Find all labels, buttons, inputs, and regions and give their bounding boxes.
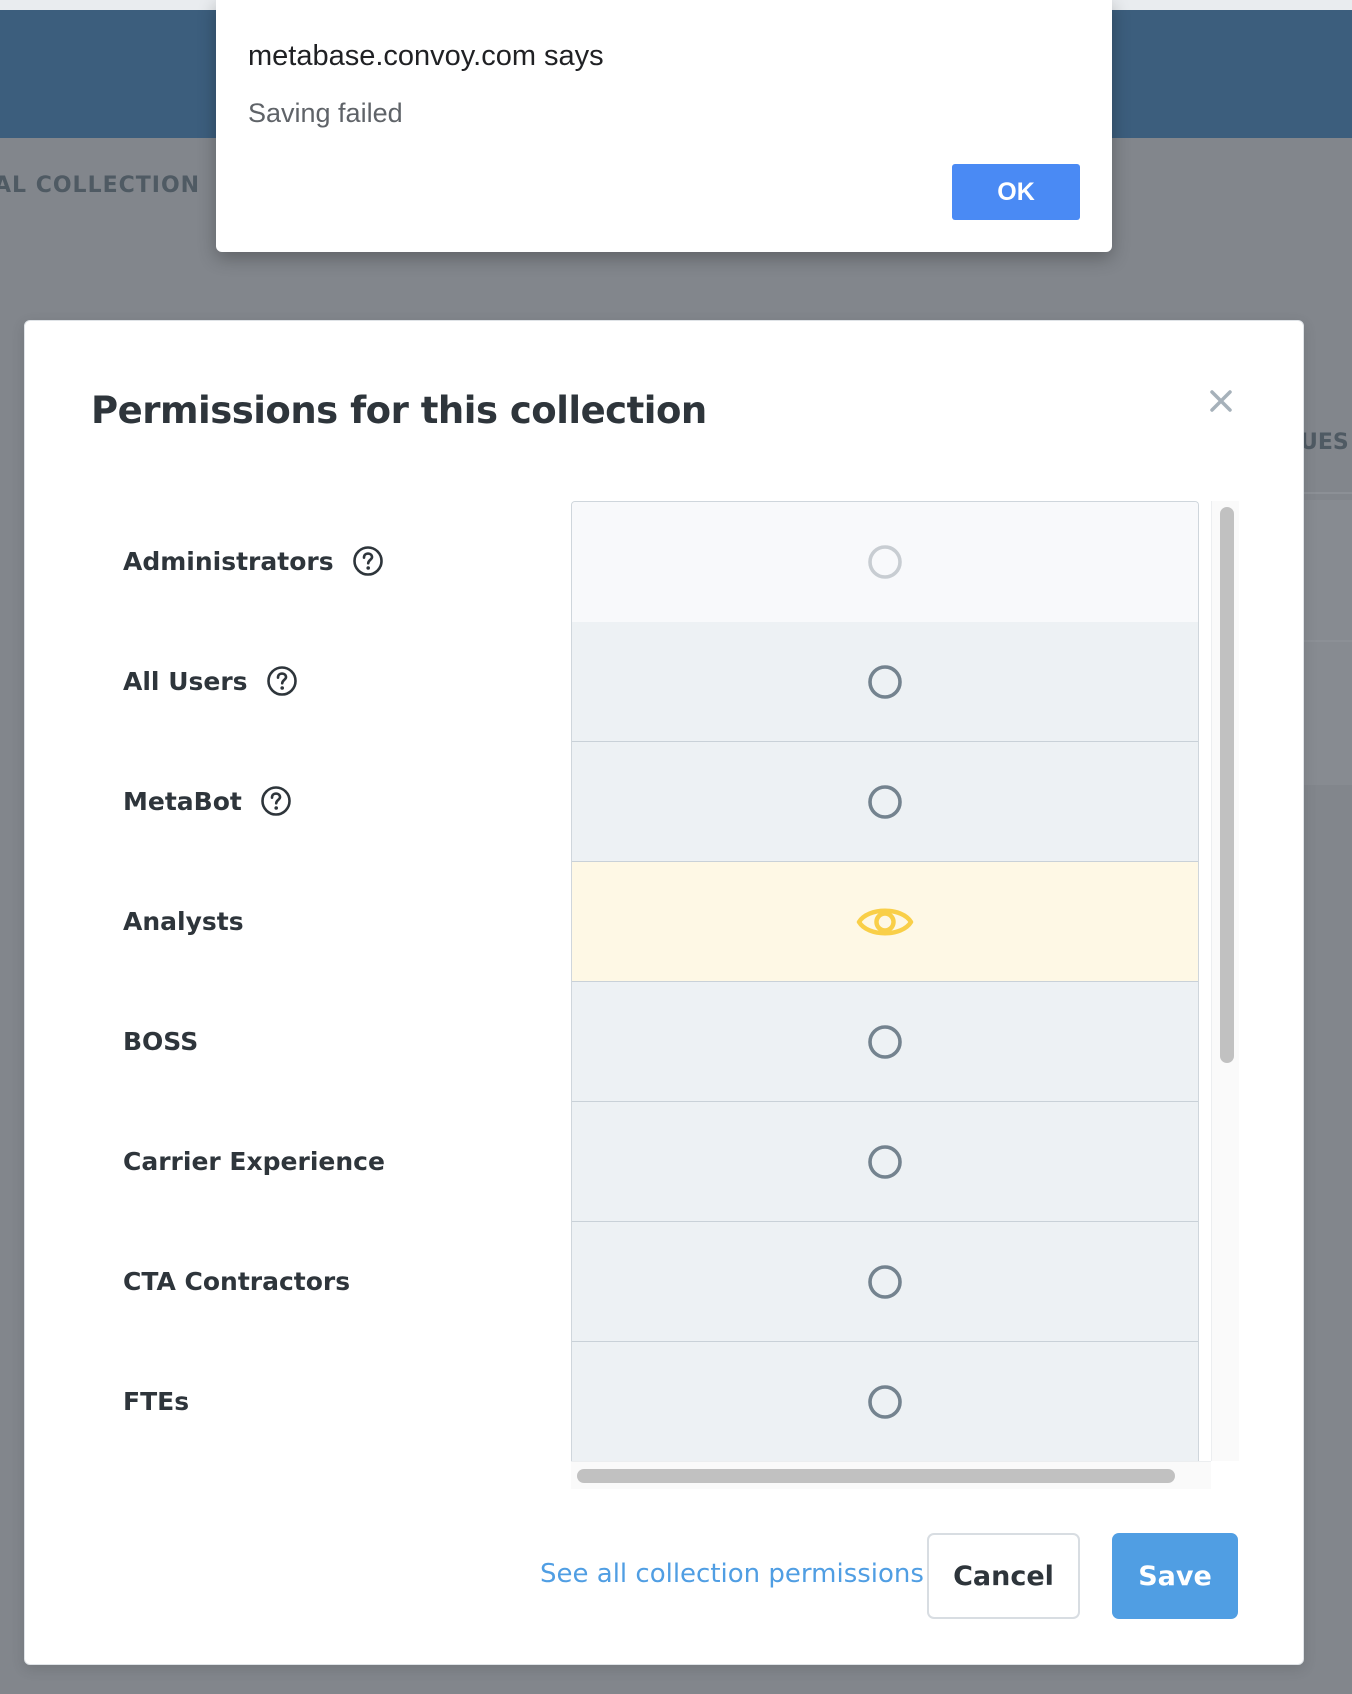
save-button[interactable]: Save [1112,1533,1238,1619]
alert-title: metabase.convoy.com says [248,40,604,72]
permission-cell-view[interactable] [572,862,1198,982]
group-row: MetaBot [123,741,543,861]
permission-cell-disabled [572,502,1198,622]
see-all-permissions-link[interactable]: See all collection permissions [540,1559,924,1589]
circle-icon [866,1023,904,1061]
horizontal-scrollbar-thumb[interactable] [577,1469,1175,1483]
group-label: Analysts [123,906,244,936]
group-row: All Users [123,621,543,741]
circle-icon [866,1383,904,1421]
group-label: Administrators [123,546,334,576]
modal-title: Permissions for this collection [91,389,707,432]
help-icon[interactable] [352,545,384,577]
close-icon[interactable] [1203,383,1239,419]
group-label: Carrier Experience [123,1146,385,1176]
eye-icon [856,902,914,942]
permission-cell-no-access[interactable] [572,982,1198,1102]
background-divider [1304,640,1352,642]
cancel-button[interactable]: Cancel [927,1533,1080,1619]
group-list: Administrators All Users MetaBot Analysts BO… [123,501,543,1461]
alert-message: Saving failed [248,98,403,128]
group-label: All Users [123,666,248,696]
browser-alert-dialog: metabase.convoy.com says Saving failed O… [216,0,1112,252]
group-row: BOSS [123,981,543,1101]
permission-cell-no-access[interactable] [572,1222,1198,1342]
permission-cell-no-access[interactable] [572,742,1198,862]
background-right-panel [1304,500,1352,785]
group-label: BOSS [123,1026,199,1056]
permission-cell-no-access[interactable] [572,622,1198,742]
alert-ok-button[interactable]: OK [952,164,1080,220]
group-label: CTA Contractors [123,1266,351,1296]
background-divider [1304,492,1352,494]
permissions-modal: Permissions for this collection Administ… [24,320,1304,1665]
group-label: MetaBot [123,786,242,816]
help-icon[interactable] [266,665,298,697]
group-row: Analysts [123,861,543,981]
circle-icon [866,543,904,581]
group-row: CTA Contractors [123,1221,543,1341]
group-row: FTEs [123,1341,543,1461]
help-icon[interactable] [260,785,292,817]
group-label: FTEs [123,1386,190,1416]
background-tab-label: UES [1300,430,1349,455]
circle-icon [866,663,904,701]
circle-icon [866,783,904,821]
background-collection-label: AL COLLECTION [0,173,201,198]
permission-cell-no-access[interactable] [572,1102,1198,1222]
group-row: Carrier Experience [123,1101,543,1221]
horizontal-scrollbar[interactable] [571,1461,1211,1489]
circle-icon [866,1263,904,1301]
vertical-scrollbar[interactable] [1211,501,1239,1461]
group-row: Administrators [123,501,543,621]
circle-icon [866,1143,904,1181]
permission-grid [571,501,1199,1461]
vertical-scrollbar-thumb[interactable] [1220,507,1234,1063]
permission-cell-no-access[interactable] [572,1342,1198,1461]
